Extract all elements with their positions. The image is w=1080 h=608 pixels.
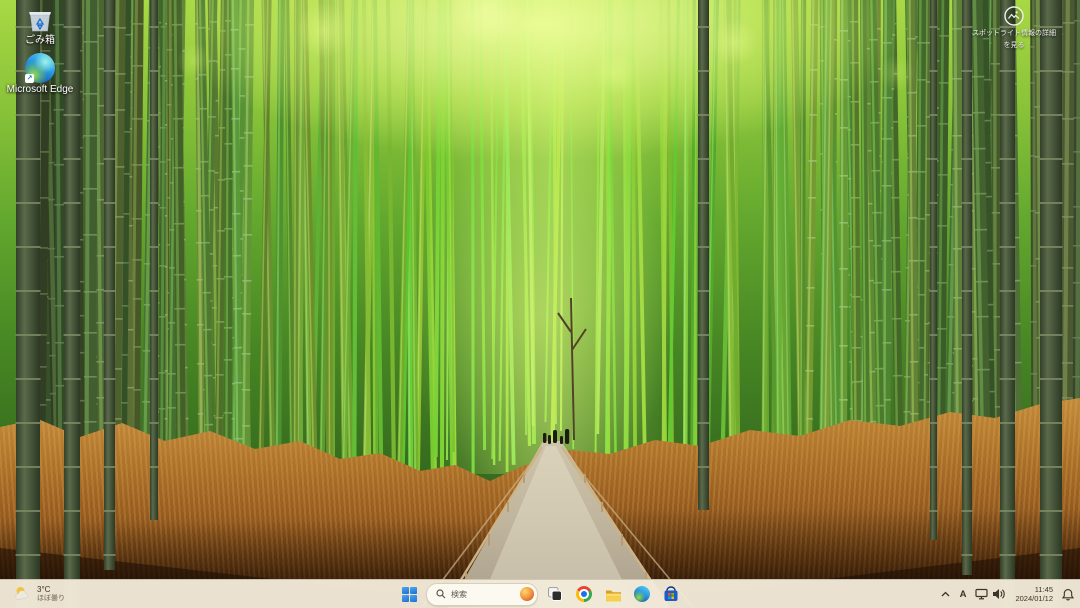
search-box[interactable]: 検索: [426, 582, 538, 606]
tray-time: 11:45: [1034, 585, 1053, 594]
task-view-button[interactable]: [543, 582, 567, 606]
tray-date: 2024/01/12: [1015, 594, 1053, 603]
recycle-bin-icon: [24, 4, 56, 34]
chrome-button[interactable]: [572, 582, 596, 606]
shortcut-arrow-icon: ↗: [25, 74, 34, 83]
weather-temperature: 3°C: [37, 585, 51, 594]
spotlight-text-line2: を見る: [1003, 41, 1025, 49]
network-icon: [975, 588, 989, 600]
weather-sun-cloud-icon: [15, 587, 29, 600]
clock[interactable]: 11:45 2024/01/12: [1011, 582, 1057, 606]
search-icon: [436, 589, 446, 599]
desktop-icon-label: Microsoft Edge: [6, 84, 74, 95]
desktop: ごみ箱 ↗ Microsoft Edge スポットライト情報の詳細 を見る 3°…: [0, 0, 1080, 608]
desktop-icon-recycle-bin[interactable]: ごみ箱: [2, 4, 78, 46]
edge-icon: [634, 586, 650, 602]
edge-icon: ↗: [24, 53, 56, 83]
desktop-icon-list: ごみ箱 ↗ Microsoft Edge: [2, 4, 78, 95]
file-explorer-icon: [605, 590, 621, 601]
task-view-icon: [548, 587, 562, 601]
volume-icon: [993, 589, 1006, 599]
spotlight-text-line1: スポットライト情報の詳細: [972, 30, 1056, 37]
microsoft-store-button[interactable]: [659, 582, 683, 606]
ime-mode-button[interactable]: A: [956, 582, 971, 606]
spotlight-learn-more[interactable]: スポットライト情報の詳細 を見る: [954, 5, 1074, 50]
desktop-icon-label: ごみ箱: [25, 35, 55, 46]
microsoft-store-icon: [664, 586, 678, 601]
foreground-layer: [0, 0, 1080, 608]
spotlight-picture-icon: [1004, 6, 1024, 26]
search-highlight-icon: [520, 587, 534, 601]
start-button[interactable]: [397, 582, 421, 606]
file-explorer-button[interactable]: [601, 582, 625, 606]
windows-logo-icon: [401, 586, 417, 602]
weather-condition: ほぼ曇り: [37, 595, 65, 602]
chrome-icon: [576, 586, 592, 602]
network-volume-button[interactable]: [971, 582, 1010, 606]
edge-button[interactable]: [630, 582, 654, 606]
desktop-icon-microsoft-edge[interactable]: ↗ Microsoft Edge: [2, 53, 78, 95]
notification-bell-icon: [1062, 588, 1074, 600]
notification-center-button[interactable]: [1058, 582, 1078, 606]
hidden-icons-button[interactable]: [936, 582, 955, 606]
chevron-up-icon: [941, 591, 950, 597]
center-tree: [557, 297, 587, 441]
ime-mode-indicator: A: [959, 588, 967, 600]
taskbar: 3°C ほぼ曇り 検索 A 11:45 2024/01/12: [0, 579, 1080, 608]
weather-widget[interactable]: 3°C ほぼ曇り: [8, 583, 71, 605]
search-placeholder: 検索: [451, 589, 467, 599]
